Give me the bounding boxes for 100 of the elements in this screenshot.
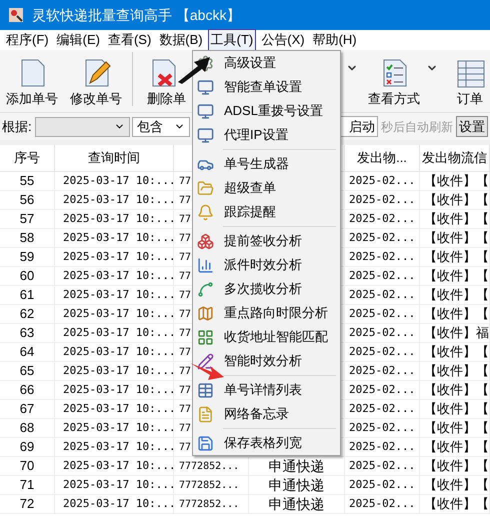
match-dropdown[interactable]: 包含 bbox=[132, 116, 190, 136]
table-cell-text: 2025-02... bbox=[349, 344, 416, 360]
column-header[interactable]: 发出物... bbox=[357, 148, 407, 168]
table-cell-text: 2025-03-17 10:... bbox=[63, 400, 173, 417]
table-cell-text: 7772852... bbox=[179, 460, 240, 474]
line-chart-icon bbox=[197, 280, 214, 298]
table-cell-text: 77 bbox=[179, 422, 192, 436]
table-cell: 56 bbox=[20, 191, 34, 209]
table-cell: 59 bbox=[20, 248, 34, 266]
settings-button[interactable]: 设置 bbox=[456, 116, 488, 137]
table-cell-text: 2025-02... bbox=[349, 248, 416, 265]
table-cell: 【收件】【 bbox=[424, 438, 489, 456]
toolbar-button[interactable]: 订单 bbox=[450, 56, 490, 108]
table-cell-text: 2025-03-17 10:... bbox=[63, 230, 173, 246]
table-cell: 【收件】【 bbox=[424, 362, 489, 380]
monitor-icon bbox=[197, 78, 214, 96]
table-cell: 【收件】【 bbox=[424, 305, 489, 323]
table-cell: 71 bbox=[20, 476, 34, 494]
table-cell-text: 2025-02... bbox=[349, 382, 416, 398]
map-icon bbox=[197, 304, 214, 322]
table-cell-text: 77 bbox=[179, 212, 192, 226]
table-cell: 57 bbox=[20, 210, 34, 228]
table-cell: 【收件】【 bbox=[424, 400, 489, 418]
menu-item[interactable]: 单号生成器 bbox=[193, 152, 340, 176]
menu-item[interactable]: 编辑(E) bbox=[54, 29, 103, 51]
table-icon bbox=[197, 382, 214, 398]
bar-chart-icon bbox=[197, 256, 214, 274]
table-cell-text: 77 bbox=[179, 174, 192, 188]
table-cell-text: 2025-02... bbox=[349, 306, 416, 322]
table-cell-text: 77 bbox=[179, 364, 192, 378]
boxes-icon bbox=[197, 232, 214, 250]
column-header[interactable]: 序号 bbox=[14, 148, 40, 168]
table-cell-text: 77 bbox=[179, 270, 192, 284]
table-cell-text: 2025-03-17 10:... bbox=[63, 306, 173, 322]
table-cell: 【收件】【 bbox=[424, 457, 489, 475]
menu-item[interactable]: 提前签收分析 bbox=[193, 229, 340, 253]
window-title: 灵软快递批量查询高手 【abckk】 bbox=[32, 6, 240, 24]
menu-item[interactable]: 多次揽收分析 bbox=[193, 277, 340, 301]
menu-item[interactable]: 保存表格列宽 bbox=[193, 431, 340, 455]
field-dropdown[interactable] bbox=[35, 116, 130, 136]
table-cell: 58 bbox=[20, 229, 34, 247]
table-cell: 【收件】【 bbox=[424, 191, 489, 209]
table-cell-text: 2025-03-17 10:... bbox=[63, 210, 173, 227]
menu-item[interactable]: 帮助(H) bbox=[310, 29, 360, 51]
monitor-icon bbox=[197, 126, 214, 144]
menu-item[interactable]: 网络备忘录 bbox=[193, 402, 340, 426]
app-icon bbox=[8, 7, 24, 23]
table-cell: 66 bbox=[20, 381, 34, 399]
table-cell: 【收件】【 bbox=[424, 210, 489, 228]
column-header[interactable]: 查询时间 bbox=[88, 148, 140, 168]
pencil-icon bbox=[197, 352, 214, 370]
column-header[interactable]: 发出物流信 bbox=[422, 148, 487, 168]
table-cell: 61 bbox=[20, 286, 34, 304]
table-cell-text: 2025-03-17 10:... bbox=[63, 324, 173, 341]
menu-item[interactable]: 智能时效分析 bbox=[193, 349, 340, 373]
menu-item[interactable]: 公告(X) bbox=[258, 29, 308, 51]
table-cell-text: 2025-02... bbox=[349, 286, 416, 303]
table-cell-text: 2025-03-17 10:... bbox=[63, 286, 173, 303]
table-cell-text: 2025-02... bbox=[349, 458, 416, 474]
table-cell-text: 7772852... bbox=[179, 478, 240, 492]
table-cell-text: 2025-02... bbox=[349, 172, 416, 189]
menu-item[interactable]: 跟踪提醒 bbox=[193, 200, 340, 224]
table-cell-text: 2025-03-17 10:... bbox=[63, 248, 173, 265]
table-cell-text: 77 bbox=[179, 346, 192, 360]
table-cell-text: 2025-02... bbox=[349, 324, 416, 341]
monitor-icon bbox=[197, 102, 214, 120]
table-cell-text: 2025-03-17 10:... bbox=[63, 172, 173, 189]
menu-item[interactable]: 单号详情列表 bbox=[193, 378, 340, 402]
menu-item[interactable]: 工具(T) bbox=[208, 29, 256, 51]
menu-item[interactable]: 数据(B) bbox=[156, 29, 206, 51]
toolbar-button[interactable]: 查看方式 bbox=[362, 56, 426, 108]
table-cell: 69 bbox=[20, 438, 34, 456]
menu-item[interactable]: 重点路向时限分析 bbox=[193, 301, 340, 325]
menu-item[interactable]: 查看(S) bbox=[104, 29, 154, 51]
toolbar-button[interactable]: 添加单号 bbox=[0, 56, 64, 108]
table-cell: 63 bbox=[20, 324, 34, 342]
menu-item[interactable]: 收货地址智能匹配 bbox=[193, 325, 340, 349]
table-cell-text: 7772852... bbox=[179, 498, 240, 512]
table-cell-text: 2025-03-17 10:... bbox=[63, 268, 173, 284]
table-cell-text: 2025-03-17 10:... bbox=[63, 458, 173, 474]
table-cell-text: 2025-02... bbox=[349, 476, 416, 493]
menu-item[interactable]: 派件时效分析 bbox=[193, 253, 340, 277]
table-cell: 64 bbox=[20, 343, 34, 361]
table-cell: 72 bbox=[20, 495, 34, 513]
table-cell-text: 2025-03-17 10:... bbox=[63, 420, 173, 436]
table-cell-text: 77 bbox=[179, 308, 192, 322]
table-cell-text: 2025-02... bbox=[349, 420, 416, 436]
table-cell-text: 77 bbox=[179, 250, 192, 264]
table-cell-text: 77 bbox=[179, 440, 192, 454]
table-cell-text: 2025-03-17 10:... bbox=[63, 438, 173, 455]
table-cell: 【收件】【 bbox=[424, 286, 489, 304]
menu-item[interactable]: 程序(F) bbox=[3, 29, 52, 51]
toolbar-button[interactable]: 修改单号 bbox=[64, 56, 128, 108]
table-cell: 【收件】【 bbox=[424, 381, 489, 399]
table-cell-text: 77 bbox=[179, 384, 192, 398]
menu-item[interactable]: 超级查单 bbox=[193, 176, 340, 200]
table-cell: 【收件】【 bbox=[424, 476, 489, 494]
menu-item[interactable]: 智能查单设置 bbox=[193, 75, 340, 99]
table-cell: 【收件】【 bbox=[424, 172, 489, 190]
table-cell: 62 bbox=[20, 305, 34, 323]
